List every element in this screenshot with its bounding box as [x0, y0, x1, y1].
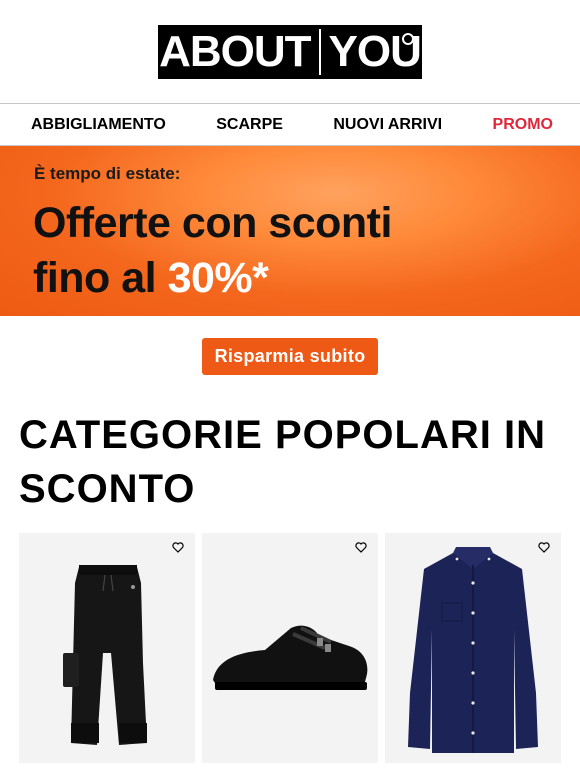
nav-item-nuovi-arrivi[interactable]: NUOVI ARRIVI	[333, 116, 442, 134]
banner-headline-line2: fino al	[33, 254, 168, 302]
logo-divider	[318, 29, 321, 75]
main-nav: ABBIGLIAMENTO SCARPE NUOVI ARRIVI PROMO	[0, 103, 580, 146]
shop-now-button[interactable]: Risparmia subito	[201, 337, 379, 375]
wishlist-heart-icon[interactable]	[172, 542, 184, 553]
nav-item-abbigliamento[interactable]: ABBIGLIAMENTO	[31, 116, 166, 134]
product-card[interactable]	[202, 533, 378, 763]
banner-kicker: È tempo di estate:	[34, 164, 181, 183]
wishlist-heart-icon[interactable]	[355, 542, 367, 553]
banner-headline-line1: Offerte con sconti	[33, 199, 392, 247]
header: ABOUT YOU	[0, 0, 580, 103]
logo-text-about: ABOUT	[159, 27, 311, 76]
section-title: CATEGORIE POPOLARI IN SCONTO	[19, 413, 546, 511]
dress-shoe-image	[213, 625, 368, 690]
jogger-pants-image	[63, 565, 147, 745]
promo-banner[interactable]: È tempo di estate: Offerte con sconti fi…	[0, 146, 580, 316]
cta-container: Risparmia subito	[0, 316, 580, 396]
nav-item-scarpe[interactable]: SCARPE	[216, 116, 283, 134]
product-card[interactable]	[19, 533, 195, 763]
product-card[interactable]	[385, 533, 561, 763]
banner-discount: 30%*	[167, 254, 269, 302]
shirt-image	[408, 547, 538, 753]
nav-item-promo[interactable]: PROMO	[493, 116, 553, 134]
wishlist-heart-icon[interactable]	[538, 542, 550, 553]
banner-headline: Offerte con sconti fino al 30%*	[33, 196, 392, 306]
product-grid	[19, 533, 561, 763]
about-you-logo[interactable]: ABOUT YOU	[158, 25, 422, 79]
logo-circle-icon	[402, 33, 414, 45]
